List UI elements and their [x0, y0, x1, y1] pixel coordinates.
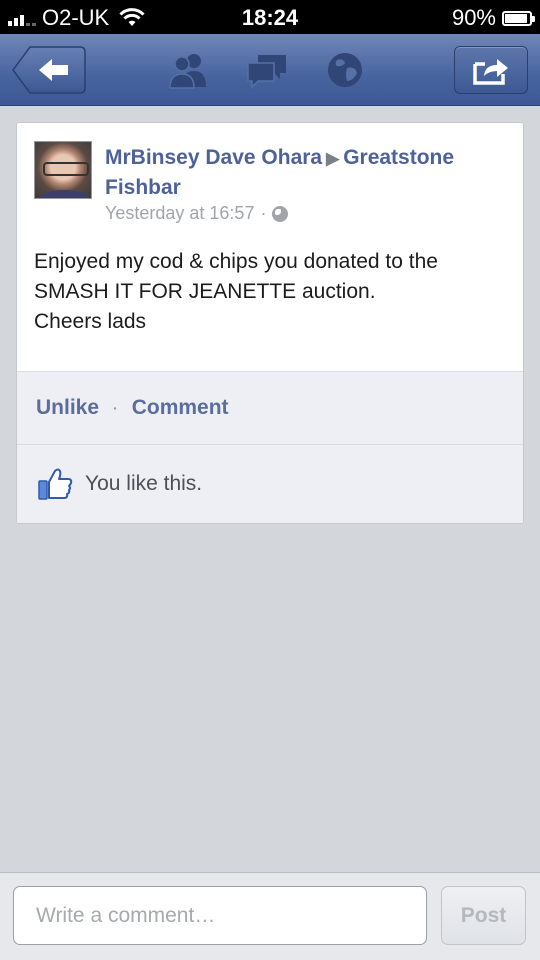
author-name[interactable]: MrBinsey Dave Ohara: [105, 146, 322, 169]
battery-icon: [502, 10, 535, 26]
likes-text: You like this.: [85, 472, 203, 495]
status-right: 90%: [451, 5, 535, 31]
friends-icon: [169, 54, 206, 89]
battery-percent: 90%: [451, 5, 496, 30]
globe-icon: [328, 53, 362, 87]
timestamp[interactable]: Yesterday at 16:57: [105, 203, 254, 224]
unlike-button[interactable]: Unlike: [36, 396, 99, 420]
share-button[interactable]: [454, 46, 528, 94]
post-line: SMASH IT FOR JEANETTE auction.: [34, 280, 376, 303]
action-separator: ·: [113, 400, 118, 416]
meta-separator: ·: [260, 203, 267, 223]
nav-icons: [165, 50, 369, 90]
post-button[interactable]: Post: [441, 886, 526, 945]
thumbs-up-icon: [38, 468, 73, 500]
comment-composer: Post: [0, 872, 540, 960]
friends-button[interactable]: [165, 50, 213, 90]
post-actions: Unlike · Comment: [17, 371, 523, 445]
comment-input[interactable]: [13, 886, 427, 945]
messages-button[interactable]: [243, 50, 291, 90]
share-icon: [473, 59, 508, 85]
post-line: Enjoyed my cod & chips you donated to th…: [34, 250, 438, 273]
comment-button[interactable]: Comment: [132, 396, 229, 420]
nav-bar: [0, 34, 540, 106]
avatar[interactable]: [34, 141, 92, 199]
public-globe-icon: [272, 205, 289, 222]
post-header: MrBinsey Dave Ohara ▶ Greatstone Fishbar: [105, 143, 505, 202]
back-button[interactable]: [12, 46, 86, 94]
target-arrow-icon: ▶: [326, 149, 340, 168]
post-body: Enjoyed my cod & chips you donated to th…: [34, 247, 514, 337]
post-line: Cheers lads: [34, 310, 147, 333]
likes-row[interactable]: You like this.: [17, 445, 523, 523]
messages-icon: [247, 55, 286, 89]
post-meta: Yesterday at 16:57 ·: [105, 203, 289, 224]
post-card: MrBinsey Dave Ohara ▶ Greatstone Fishbar Y…: [16, 122, 524, 524]
status-bar: O2-UK 18:24 90%: [0, 0, 540, 34]
notifications-button[interactable]: [321, 50, 369, 90]
